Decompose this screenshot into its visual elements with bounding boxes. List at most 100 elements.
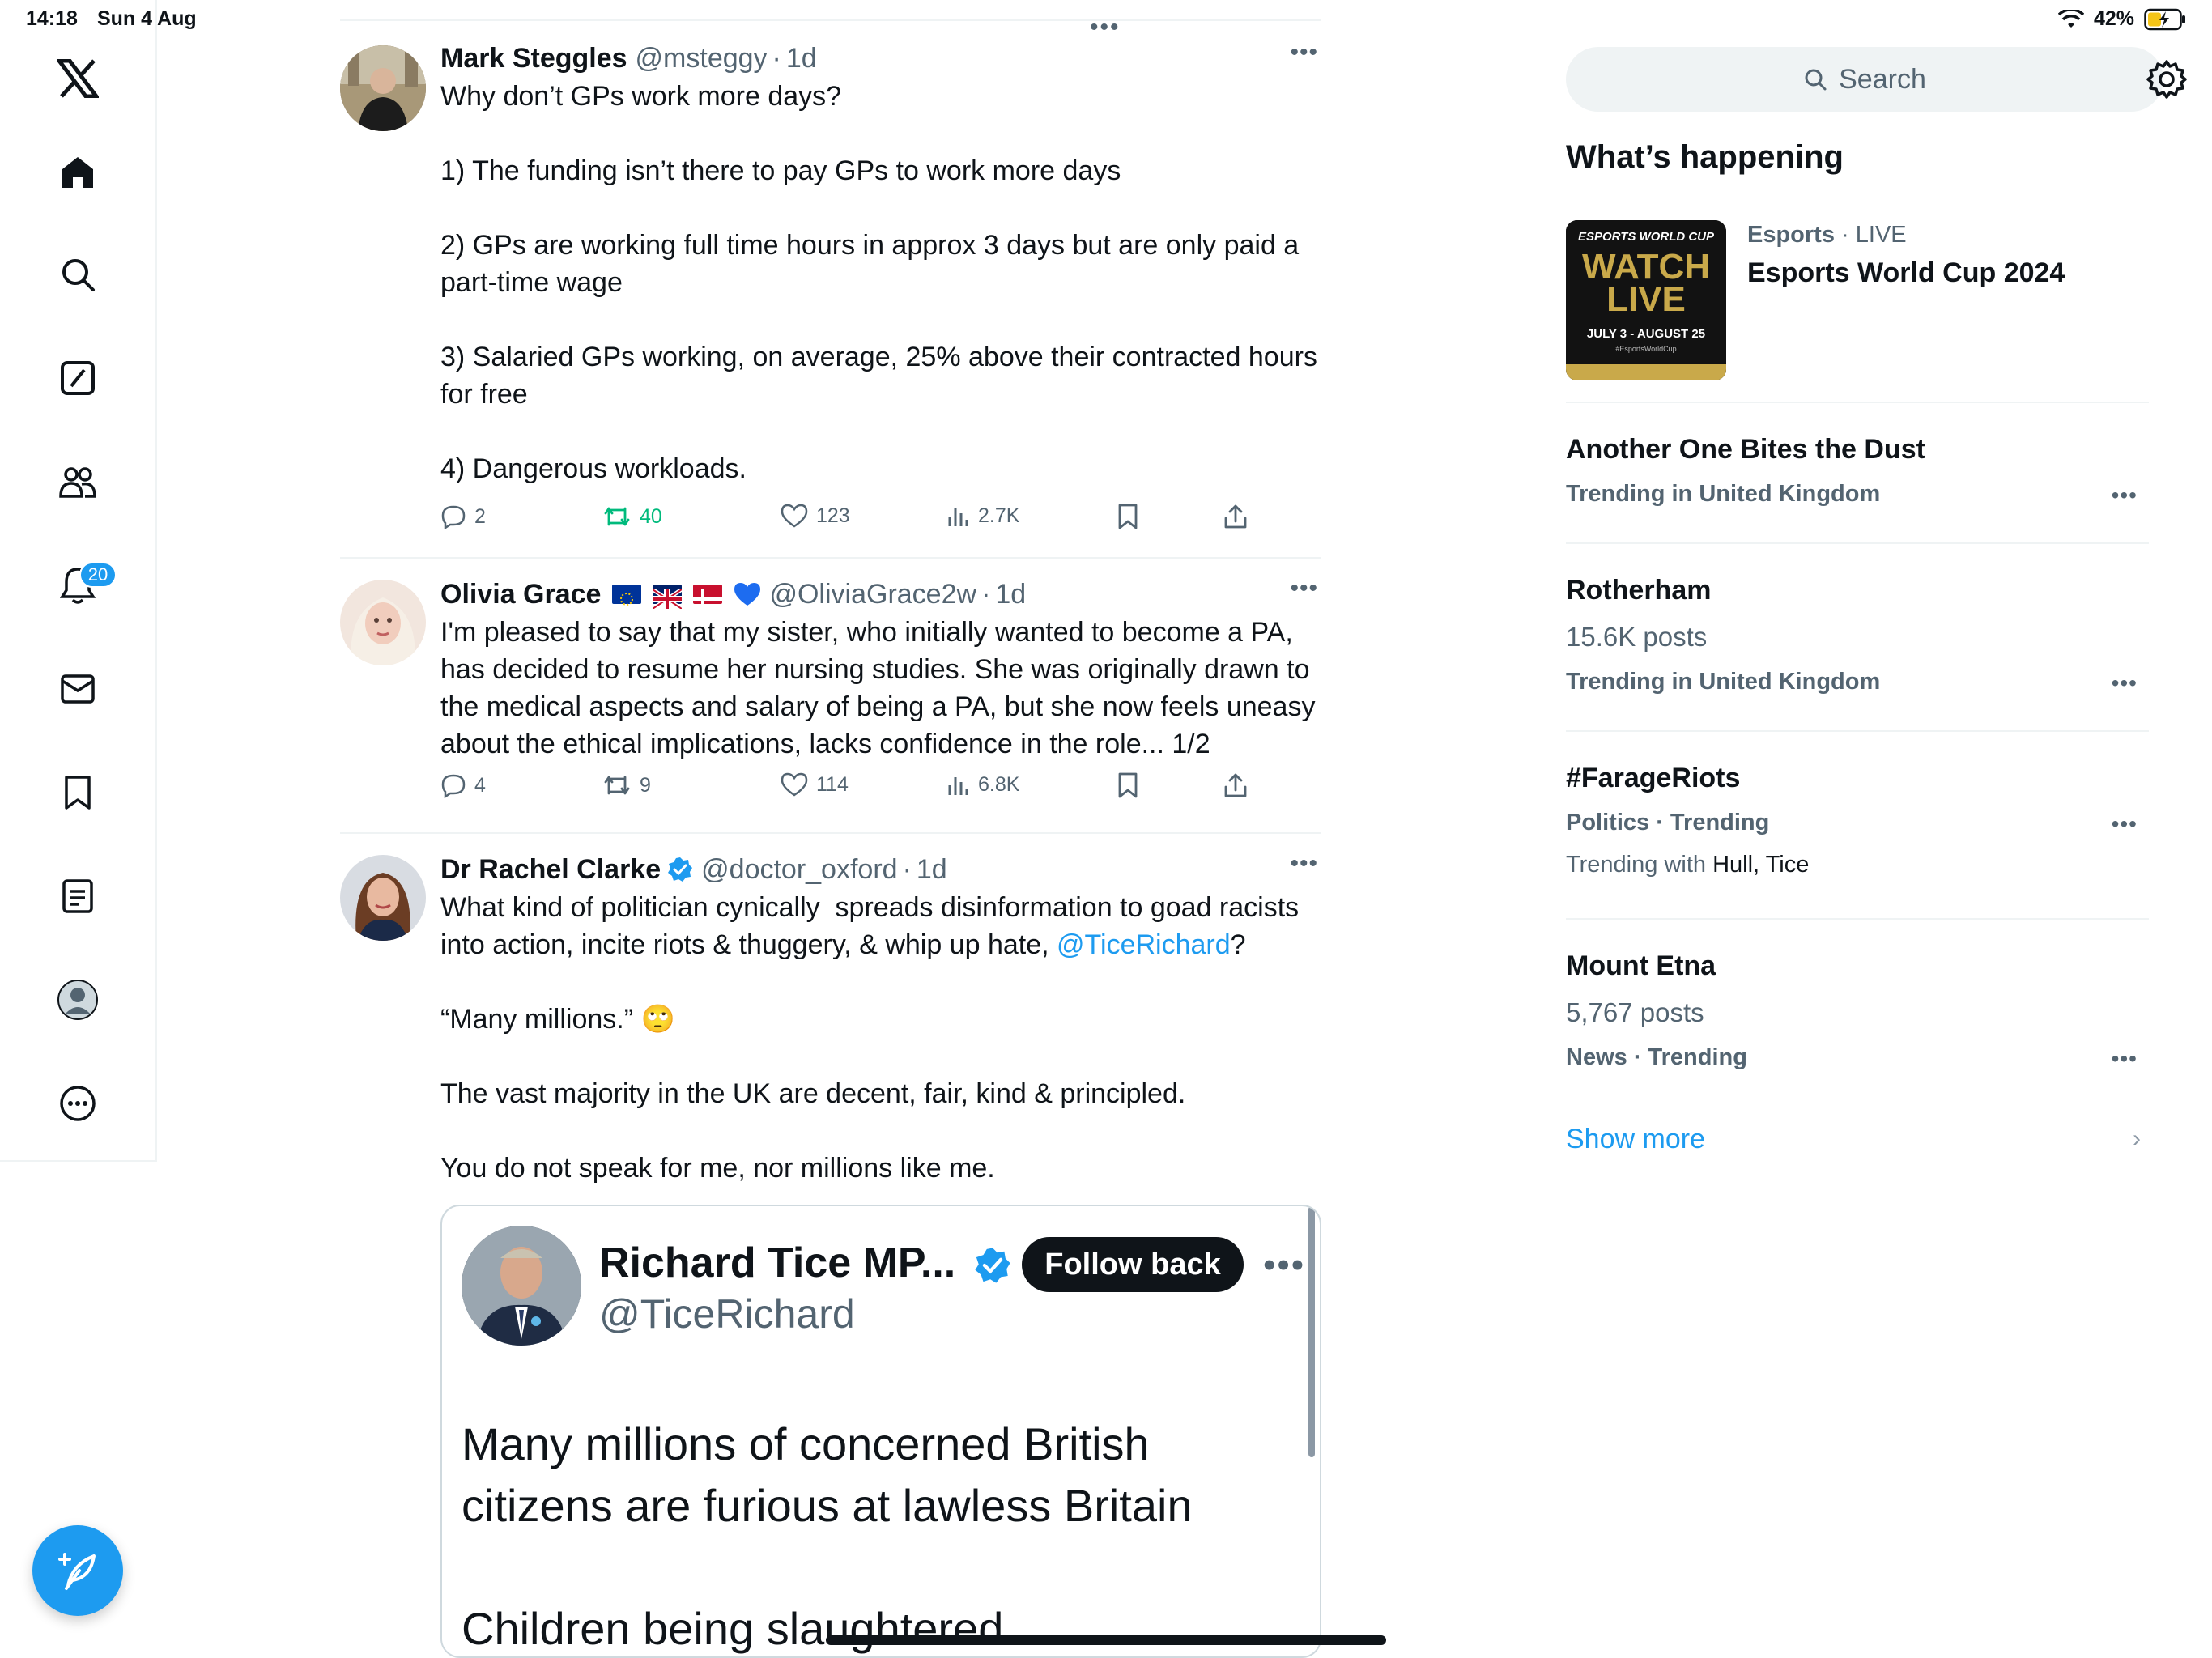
bookmark-button[interactable]	[1117, 772, 1138, 798]
reply-button[interactable]: 2	[440, 504, 486, 529]
tweet-actions: 2 40 123 2.7K	[440, 504, 1321, 536]
views-button[interactable]: 2.7K	[947, 504, 1019, 528]
reply-icon	[441, 774, 466, 798]
trend-meta: Trending in United Kingdom	[1566, 481, 1881, 507]
bookmarks-icon[interactable]	[54, 769, 101, 816]
trend-meta: Politics · Trending	[1566, 810, 1770, 835]
trend-live-label: LIVE	[1855, 222, 1907, 248]
trend-more-icon[interactable]: •••	[2112, 811, 2138, 837]
view-count: 2.7K	[978, 504, 1020, 527]
home-icon[interactable]	[54, 149, 101, 196]
author-name[interactable]: Mark Steggles	[440, 43, 627, 74]
search-bar[interactable]: Search	[1566, 47, 2163, 112]
trend-post-count: 15.6K posts	[1566, 622, 1708, 652]
esports-thumbnail: ESPORTS WORLD CUP WATCH LIVE JULY 3 - AU…	[1566, 220, 1726, 380]
search-icon[interactable]	[54, 251, 101, 298]
author-handle[interactable]: @msteggy	[636, 43, 768, 74]
views-button[interactable]: 6.8K	[947, 772, 1019, 797]
whats-happening-title: What’s happening	[1566, 139, 1844, 175]
share-button[interactable]	[1223, 504, 1249, 529]
chevron-right-icon[interactable]: ›	[2133, 1125, 2141, 1153]
bookmark-icon	[1118, 772, 1138, 798]
views-chart-icon	[948, 508, 968, 526]
tweet-time[interactable]: 1d	[786, 43, 817, 74]
trend-item[interactable]: #FarageRiots Politics · Trending Trendin…	[1566, 732, 2149, 920]
avatar[interactable]	[340, 855, 426, 941]
reply-button[interactable]: 4	[440, 772, 486, 798]
notification-badge: 20	[79, 562, 117, 588]
view-count: 6.8K	[978, 772, 1020, 796]
mention-link[interactable]: @TiceRichard	[1057, 929, 1231, 960]
embed-avatar	[462, 1226, 581, 1346]
trend-more-icon[interactable]: •••	[2112, 670, 2138, 696]
x-logo-icon[interactable]	[54, 55, 101, 102]
author-handle[interactable]: @OliviaGrace2w	[769, 579, 976, 610]
trend-more-icon[interactable]: •••	[2112, 483, 2138, 508]
separator-dot: ·	[1841, 222, 1856, 248]
retweet-count: 9	[640, 773, 651, 797]
retweet-button[interactable]: 9	[602, 772, 651, 798]
trend-item[interactable]: ESPORTS WORLD CUP WATCH LIVE JULY 3 - AU…	[1566, 220, 2149, 403]
embed-author-name-text: Richard Tice MP...	[599, 1239, 956, 1286]
tweet-more-icon[interactable]: •••	[1290, 850, 1318, 878]
communities-icon[interactable]	[54, 458, 101, 505]
tweet-header: Olivia Grace @OliviaGrace2w · 1d	[440, 575, 1321, 614]
more-options-icon[interactable]	[54, 1080, 101, 1127]
tweet-image-embed[interactable]: Richard Tice MP... @TiceRichard Follow b…	[440, 1205, 1321, 1658]
messages-icon[interactable]	[54, 665, 101, 712]
trend-post-count: 5,767 posts	[1566, 997, 1704, 1027]
retweet-button[interactable]: 40	[602, 504, 662, 529]
trend-more-icon[interactable]: •••	[2112, 1046, 2138, 1072]
tweet-text-part: ? “Many millions.” 🙄 The vast majority i…	[440, 929, 1246, 1184]
embed-author-name: Richard Tice MP...	[599, 1239, 1011, 1287]
grok-icon[interactable]	[54, 355, 101, 402]
tweet-time[interactable]: 1d	[995, 579, 1026, 610]
separator-dot: ·	[981, 578, 991, 610]
tweet[interactable]: Olivia Grace @OliviaGrace2w · 1d ••• I'm…	[340, 559, 1321, 834]
settings-gear-icon[interactable]	[2144, 57, 2189, 102]
trend-category: Esports	[1747, 222, 1835, 248]
views-chart-icon	[948, 777, 968, 795]
separator-dot: ·	[902, 853, 912, 885]
trend-title: Rotherham	[1566, 575, 1712, 606]
tweet-text: I'm pleased to say that my sister, who i…	[440, 617, 1323, 759]
trend-title: Esports World Cup 2024	[1747, 257, 2065, 288]
like-button[interactable]: 123	[781, 504, 850, 528]
trend-item[interactable]: Rotherham 15.6K posts Trending in United…	[1566, 544, 2149, 732]
avatar[interactable]	[340, 580, 426, 665]
verified-badge-icon	[975, 1248, 1010, 1283]
avatar[interactable]	[340, 45, 426, 131]
reply-count: 4	[474, 773, 486, 797]
retweet-icon	[604, 776, 630, 795]
tweet-time[interactable]: 1d	[917, 854, 947, 886]
trend-item[interactable]: Mount Etna 5,767 posts News · Trending •…	[1566, 920, 2149, 1080]
search-placeholder: Search	[1839, 63, 1926, 95]
tweet[interactable]: Mark Steggles @msteggy · 1d ••• Why don’…	[340, 19, 1321, 559]
tweet-more-icon[interactable]: •••	[1290, 39, 1318, 66]
home-indicator[interactable]	[826, 1635, 1386, 1645]
compose-post-button[interactable]	[32, 1525, 123, 1616]
author-name[interactable]: Olivia Grace	[440, 579, 601, 610]
tweet-actions: 4 9 114 6.8K	[440, 772, 1321, 805]
embed-author-handle: @TiceRichard	[599, 1291, 855, 1337]
embed-scrollbar[interactable]	[1308, 1206, 1315, 1457]
trend-with-value: Hull, Tice	[1712, 852, 1810, 878]
bookmark-button[interactable]	[1117, 504, 1138, 529]
embed-text: Many millions of concerned British citiz…	[462, 1418, 1193, 1654]
tweet-header: Mark Steggles @msteggy · 1d	[440, 39, 1321, 78]
share-button[interactable]	[1223, 772, 1249, 798]
trend-meta: Esports · LIVE	[1747, 222, 1907, 249]
profile-avatar-icon[interactable]	[54, 976, 101, 1023]
author-handle[interactable]: @doctor_oxford	[701, 854, 897, 886]
retweet-count: 40	[640, 504, 662, 528]
tweet-more-icon[interactable]: •••	[1290, 575, 1318, 602]
show-more-link[interactable]: Show more	[1566, 1124, 1705, 1155]
like-button[interactable]: 114	[781, 772, 849, 797]
author-name[interactable]: Dr Rachel Clarke	[440, 854, 661, 886]
reply-count: 2	[474, 504, 486, 528]
share-icon	[1224, 504, 1247, 529]
lists-icon[interactable]	[54, 873, 101, 920]
trend-item[interactable]: Another One Bites the Dust Trending in U…	[1566, 403, 2149, 544]
like-count: 114	[816, 772, 849, 796]
embed-follow-back-button: Follow back	[1022, 1237, 1244, 1292]
